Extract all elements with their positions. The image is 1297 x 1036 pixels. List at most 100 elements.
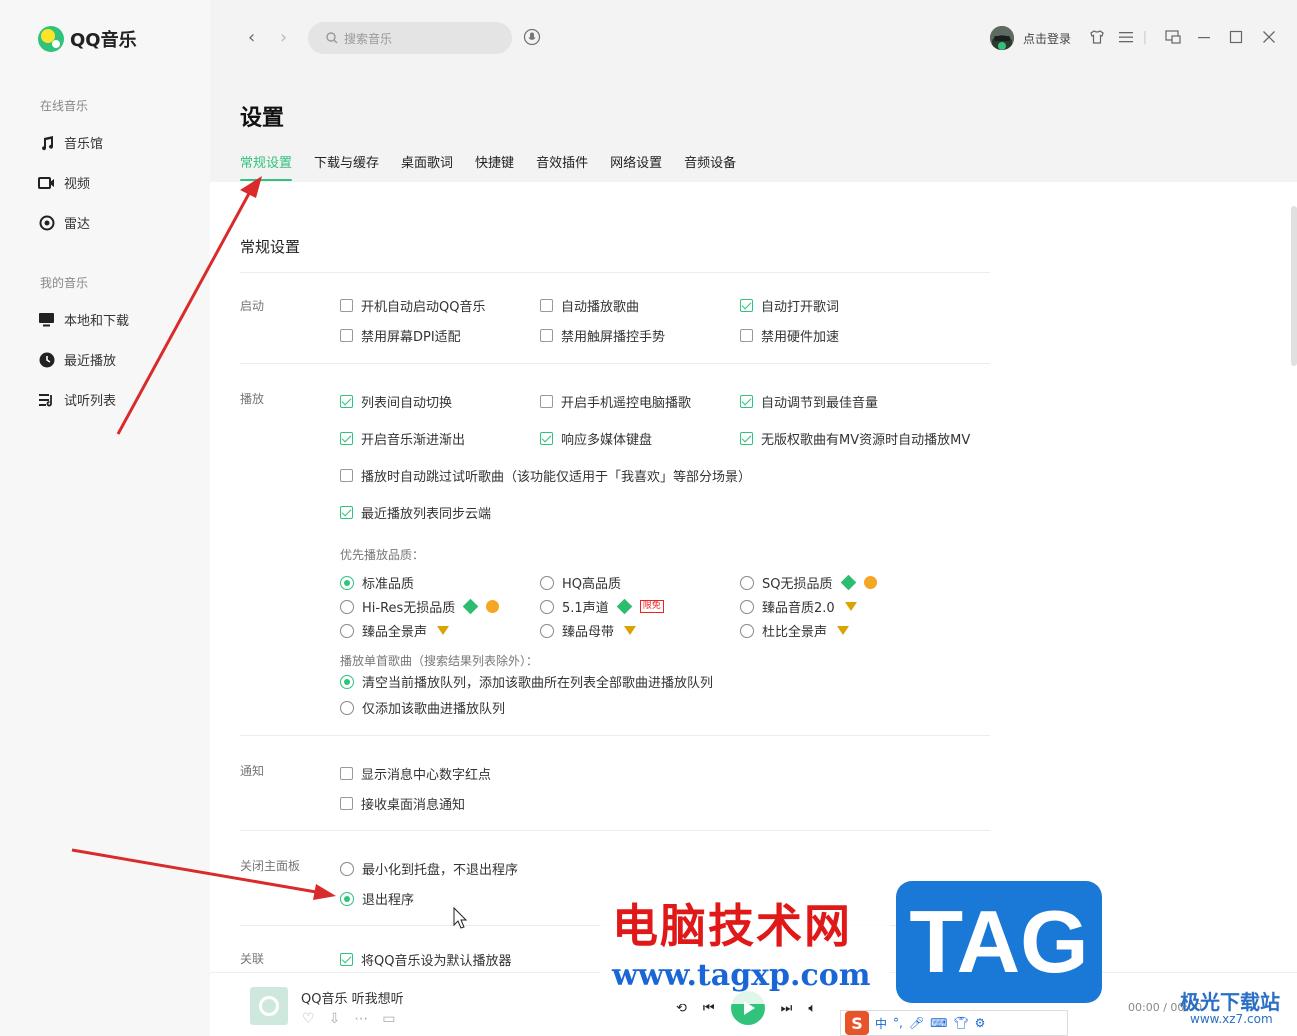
sidebar-item-music-hall[interactable]: 音乐馆 <box>38 133 103 152</box>
tab-audio-device[interactable]: 音频设备 <box>684 152 736 181</box>
exit-program-radio[interactable]: 退出程序 <box>340 889 414 908</box>
checkbox[interactable] <box>340 299 353 312</box>
radio[interactable] <box>540 575 554 590</box>
menu-icon[interactable] <box>1117 28 1135 46</box>
checkbox[interactable] <box>740 329 753 342</box>
message-red-dot-checkbox[interactable]: 显示消息中心数字红点 <box>340 764 491 783</box>
album-cover[interactable] <box>250 987 288 1025</box>
checkbox[interactable] <box>540 329 553 342</box>
checkbox-checked[interactable] <box>340 395 353 408</box>
maximize-icon[interactable] <box>1227 28 1245 46</box>
startup-auto-play-checkbox[interactable]: 自动播放歌曲 <box>540 296 639 315</box>
search-input[interactable]: 搜索音乐 <box>308 22 512 54</box>
radio[interactable] <box>340 700 354 715</box>
login-link[interactable]: 点击登录 <box>1023 30 1071 47</box>
desktop-notify-checkbox[interactable]: 接收桌面消息通知 <box>340 794 465 813</box>
quality-51-radio[interactable]: 5.1声道 限免 <box>540 597 664 616</box>
checkbox-checked[interactable] <box>540 432 553 445</box>
close-icon[interactable] <box>1260 28 1278 46</box>
checkbox-checked[interactable] <box>340 432 353 445</box>
disable-dpi-checkbox[interactable]: 禁用屏幕DPI适配 <box>340 326 461 345</box>
media-keyboard-checkbox[interactable]: 响应多媒体键盘 <box>540 429 652 448</box>
radio[interactable] <box>540 623 554 638</box>
radio[interactable] <box>740 575 754 590</box>
radio-selected[interactable] <box>340 674 354 689</box>
ime-chinese-mode[interactable]: 中 <box>875 1015 887 1032</box>
radio[interactable] <box>340 623 354 638</box>
radio-selected[interactable] <box>340 575 354 590</box>
startup-auto-lyrics-checkbox[interactable]: 自动打开歌词 <box>740 296 839 315</box>
checkbox[interactable] <box>340 329 353 342</box>
sidebar-item-local-download[interactable]: 本地和下载 <box>38 310 129 329</box>
checkbox[interactable] <box>340 797 353 810</box>
more-icon[interactable]: ⋯ <box>354 1011 368 1027</box>
radio[interactable] <box>540 599 554 614</box>
minimize-to-tray-radio[interactable]: 最小化到托盘，不退出程序 <box>340 859 518 878</box>
quality-master-radio[interactable]: 臻品母带 <box>540 621 637 640</box>
checkbox-checked[interactable] <box>740 395 753 408</box>
auto-volume-checkbox[interactable]: 自动调节到最佳音量 <box>740 392 878 411</box>
radio[interactable] <box>740 599 754 614</box>
scrollbar[interactable] <box>1291 206 1297 366</box>
checkbox-checked[interactable] <box>740 432 753 445</box>
tab-desktop-lyrics[interactable]: 桌面歌词 <box>401 152 453 181</box>
fade-in-out-checkbox[interactable]: 开启音乐渐进渐出 <box>340 429 465 448</box>
skip-trial-checkbox[interactable]: 播放时自动跳过试听歌曲（该功能仅适用于「我喜欢」等部分场景） <box>340 466 751 485</box>
checkbox-checked[interactable] <box>340 953 353 966</box>
ime-keyboard-icon[interactable]: ⌨ <box>930 1016 947 1030</box>
heart-icon[interactable]: ♡ <box>302 1011 315 1027</box>
sidebar-item-trial-list[interactable]: 试听列表 <box>38 390 116 409</box>
ime-punctuation-icon[interactable]: °, <box>893 1016 903 1030</box>
auto-play-mv-checkbox[interactable]: 无版权歌曲有MV资源时自动播放MV <box>740 429 970 448</box>
tab-general[interactable]: 常规设置 <box>240 152 293 181</box>
disable-touch-gesture-checkbox[interactable]: 禁用触屏播控手势 <box>540 326 665 345</box>
quality-dolby-radio[interactable]: 杜比全景声 <box>740 621 850 640</box>
section-title: 常规设置 <box>240 238 301 256</box>
quality-hires-radio[interactable]: Hi-Res无损品质 <box>340 597 500 616</box>
skin-shirt-icon[interactable] <box>1088 28 1106 46</box>
radio-selected[interactable] <box>340 891 354 906</box>
quality-premium2-radio[interactable]: 臻品音质2.0 <box>740 597 857 616</box>
avatar[interactable] <box>990 26 1014 50</box>
quality-panorama-radio[interactable]: 臻品全景声 <box>340 621 450 640</box>
ime-voice-icon[interactable]: 🎤︎ <box>909 1016 924 1030</box>
sync-recent-cloud-checkbox[interactable]: 最近播放列表同步云端 <box>340 503 491 522</box>
single-replace-queue-radio[interactable]: 清空当前播放队列，添加该歌曲所在列表全部歌曲进播放队列 <box>340 672 713 691</box>
mini-mode-icon[interactable] <box>1164 28 1182 46</box>
tab-audio-plugins[interactable]: 音效插件 <box>536 152 588 181</box>
quality-hq-radio[interactable]: HQ高品质 <box>540 573 621 592</box>
checkbox[interactable] <box>340 469 353 482</box>
tab-hotkeys[interactable]: 快捷键 <box>475 152 514 181</box>
checkbox-checked[interactable] <box>740 299 753 312</box>
sogou-ime-logo[interactable]: S <box>845 1011 869 1035</box>
disable-hw-accel-checkbox[interactable]: 禁用硬件加速 <box>740 326 839 345</box>
auto-switch-list-checkbox[interactable]: 列表间自动切换 <box>340 392 452 411</box>
minimize-icon[interactable] <box>1195 28 1213 46</box>
checkbox[interactable] <box>340 767 353 780</box>
sidebar-item-radar[interactable]: 雷达 <box>38 213 90 232</box>
download-icon[interactable]: ⇩ <box>329 1011 341 1027</box>
forward-arrow-icon[interactable]: › <box>280 27 287 48</box>
radio[interactable] <box>340 861 354 876</box>
startup-auto-launch-checkbox[interactable]: 开机自动启动QQ音乐 <box>340 296 485 315</box>
sidebar-item-video[interactable]: 视频 <box>38 173 90 192</box>
checkbox-checked[interactable] <box>340 506 353 519</box>
checkbox[interactable] <box>540 395 553 408</box>
default-player-checkbox[interactable]: 将QQ音乐设为默认播放器 <box>340 950 511 969</box>
comment-icon[interactable]: ▭ <box>382 1011 395 1027</box>
phone-remote-checkbox[interactable]: 开启手机遥控电脑播歌 <box>540 392 691 411</box>
voice-search-icon[interactable] <box>523 28 541 46</box>
tab-download-cache[interactable]: 下载与缓存 <box>314 152 379 181</box>
single-add-only-radio[interactable]: 仅添加该歌曲进播放队列 <box>340 698 505 717</box>
tab-network[interactable]: 网络设置 <box>610 152 662 181</box>
sidebar-item-recent-play[interactable]: 最近播放 <box>38 350 116 369</box>
quality-standard-radio[interactable]: 标准品质 <box>340 573 414 592</box>
radio[interactable] <box>740 623 754 638</box>
checkbox[interactable] <box>540 299 553 312</box>
quality-sq-radio[interactable]: SQ无损品质 <box>740 573 877 592</box>
app-logo[interactable]: QQ音乐 <box>38 26 137 52</box>
back-arrow-icon[interactable]: ‹ <box>248 27 255 48</box>
radio[interactable] <box>340 599 354 614</box>
ime-skin-icon[interactable]: 👕︎ <box>953 1016 968 1030</box>
ime-tools-icon[interactable]: ⚙ <box>975 1016 986 1030</box>
